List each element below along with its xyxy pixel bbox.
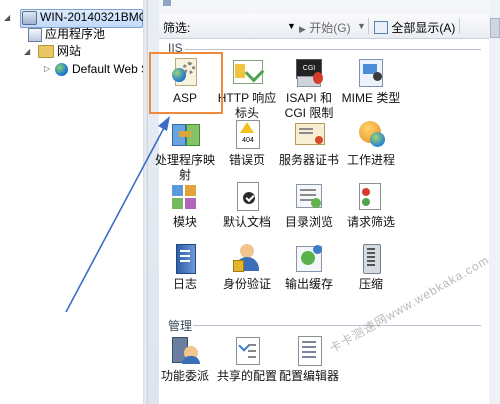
http-response-headers-icon	[231, 56, 265, 88]
feature-delegation-icon	[169, 334, 201, 366]
mime-types-icon	[355, 56, 387, 88]
collapse-triangle-icon[interactable]: ◢	[24, 47, 30, 56]
feature-server-certificates[interactable]: 服务器证书	[275, 118, 343, 168]
error-pages-icon: 404	[231, 118, 263, 150]
feature-label: MIME 类型	[341, 91, 401, 105]
group-divider	[193, 325, 481, 326]
feature-label: 错误页	[228, 153, 265, 167]
group-divider	[185, 49, 481, 50]
header-icon	[163, 0, 171, 6]
toolbar-separator	[459, 18, 460, 34]
feature-label: 共享的配置	[216, 369, 277, 383]
server-certificates-icon	[293, 118, 325, 150]
start-button[interactable]: ▶ 开始(G)	[299, 19, 351, 36]
filter-toolbar: 筛选: ▼ ▶ 开始(G) ▼ 全部显示(A)	[159, 14, 489, 39]
sites-folder-icon	[38, 45, 54, 59]
configuration-editor-icon	[293, 334, 325, 366]
feature-worker-processes[interactable]: 工作进程	[337, 118, 405, 168]
expand-triangle-icon[interactable]: ▷	[44, 64, 50, 73]
feature-default-document[interactable]: 默认文档	[213, 180, 281, 230]
show-all-icon	[374, 21, 388, 34]
scrollbar-thumb[interactable]	[490, 18, 500, 38]
output-caching-icon	[293, 242, 325, 274]
feature-feature-delegation[interactable]: 功能委派	[151, 334, 219, 384]
feature-label: HTTP 响应标头	[217, 91, 277, 120]
feature-handler-mappings[interactable]: 处理程序映射	[151, 118, 219, 183]
feature-directory-browsing[interactable]: 目录浏览	[275, 180, 343, 230]
feature-authentication[interactable]: 身份验证	[213, 242, 281, 292]
header-strip	[159, 0, 489, 15]
asp-highlight-box	[149, 52, 223, 114]
tree-item-app-pools[interactable]: 应用程序池	[28, 25, 105, 43]
feature-label: 默认文档	[222, 215, 271, 229]
feature-label: 服务器证书	[278, 153, 339, 167]
isapi-cgi-icon: CGI	[293, 56, 325, 88]
play-icon: ▶	[299, 24, 306, 34]
shared-configuration-icon	[231, 334, 263, 366]
feature-http-response-headers[interactable]: HTTP 响应标头	[213, 56, 281, 121]
tree-item-server[interactable]: WIN-20140321BMQ	[22, 8, 148, 26]
feature-label: 处理程序映射	[154, 153, 215, 182]
feature-label: 请求筛选	[346, 215, 395, 229]
vertical-scrollbar[interactable]	[489, 0, 500, 404]
authentication-icon	[231, 242, 263, 274]
feature-label: 配置编辑器	[278, 369, 339, 383]
feature-isapi-cgi[interactable]: CGI ISAPI 和 CGI 限制	[275, 56, 343, 121]
feature-request-filtering[interactable]: 请求筛选	[337, 180, 405, 230]
tree-item-sites[interactable]: 网站	[38, 42, 81, 60]
globe-icon	[55, 63, 68, 77]
worker-processes-icon	[355, 118, 387, 150]
feature-mime-types[interactable]: MIME 类型	[337, 56, 405, 106]
default-document-icon	[231, 180, 263, 212]
dropdown-arrow-icon[interactable]: ▼	[287, 21, 296, 31]
start-dropdown-icon[interactable]: ▼	[357, 21, 366, 31]
feature-label: 模块	[172, 215, 197, 229]
feature-compression[interactable]: 压缩	[337, 242, 405, 292]
feature-label: 日志	[172, 277, 197, 291]
feature-label: 身份验证	[222, 277, 271, 291]
filter-input[interactable]	[185, 17, 285, 35]
feature-label: 目录浏览	[284, 215, 333, 229]
request-filtering-icon	[355, 180, 387, 212]
compression-icon	[355, 242, 387, 274]
feature-output-caching[interactable]: 输出缓存	[275, 242, 343, 292]
feature-shared-configuration[interactable]: 共享的配置	[213, 334, 281, 384]
feature-modules[interactable]: 模块	[151, 180, 219, 230]
feature-label: 功能委派	[160, 369, 209, 383]
connections-tree: ◢ WIN-20140321BMQ 应用程序池 ◢ 网站 ▷ Default W…	[0, 0, 149, 404]
tree-item-default-site[interactable]: Default Web S	[55, 60, 149, 78]
toolbar-separator	[368, 18, 369, 34]
logging-icon	[169, 242, 201, 274]
group-label-management: 管理	[168, 319, 193, 333]
modules-icon	[169, 180, 201, 212]
feature-label: ISAPI 和 CGI 限制	[284, 91, 334, 120]
collapse-triangle-icon[interactable]: ◢	[4, 13, 10, 22]
server-icon	[22, 10, 37, 25]
feature-logging[interactable]: 日志	[151, 242, 219, 292]
show-all-button[interactable]: 全部显示(A)	[374, 19, 455, 36]
handler-mappings-icon	[169, 118, 201, 150]
app-pool-icon	[28, 27, 42, 42]
feature-error-pages[interactable]: 404 错误页	[213, 118, 281, 168]
directory-browsing-icon	[293, 180, 325, 212]
feature-label: 工作进程	[346, 153, 395, 167]
feature-label: 输出缓存	[284, 277, 333, 291]
feature-label: 压缩	[358, 277, 383, 291]
